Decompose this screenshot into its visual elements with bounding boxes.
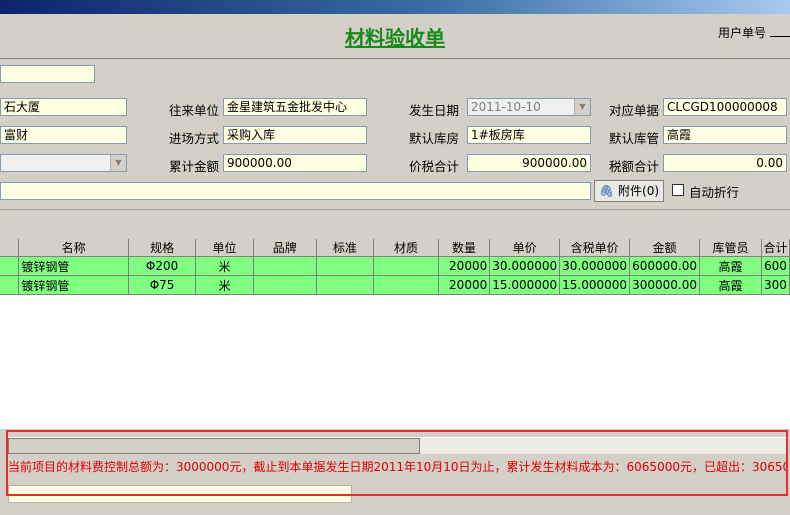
auto-wrap-checkbox[interactable] (672, 184, 684, 196)
divider (0, 209, 790, 210)
table-row[interactable]: 镀锌钢管 Φ200 米 20000 30.000000 30.000000 60… (0, 256, 790, 276)
chevron-down-icon[interactable]: ▼ (574, 99, 590, 115)
user-number-field[interactable] (770, 36, 790, 37)
cell-unit[interactable]: 米 (195, 275, 254, 295)
cell-standard[interactable] (316, 256, 375, 276)
keeper-label: 默认库管 (609, 131, 660, 146)
date-label: 发生日期 (409, 103, 460, 118)
tax-label: 税额合计 (609, 159, 660, 174)
grid-header-row: 名称 规格 单位 品牌 标准 材质 数量 单价 含税单价 金额 库管员 合计 (0, 239, 790, 257)
method-label: 进场方式 (169, 131, 220, 146)
cell-name[interactable]: 镀锌钢管 (18, 275, 129, 295)
ref-label: 对应单据 (609, 103, 660, 118)
table-row[interactable]: 镀锌钢管 Φ75 米 20000 15.000000 15.000000 300… (0, 275, 790, 295)
cell-amount[interactable]: 600000.00 (629, 256, 701, 276)
cell-brand[interactable] (253, 256, 317, 276)
attachment-button[interactable]: 🖇 附件(0) (594, 180, 664, 202)
cell-qty[interactable]: 20000 (438, 256, 491, 276)
date-picker[interactable]: 2011-10-10 ▼ (467, 98, 591, 116)
paperclip-icon: 🖇 (598, 184, 615, 198)
materials-grid[interactable]: 名称 规格 单位 品牌 标准 材质 数量 单价 含税单价 金额 库管员 合计 镀… (0, 239, 790, 429)
window-titlebar (0, 0, 790, 14)
cell-total[interactable]: 300 (761, 275, 790, 295)
cell-taxprice[interactable]: 15.000000 (559, 275, 631, 295)
auto-wrap-label: 自动折行 (689, 185, 740, 200)
warehouse-label: 默认库房 (409, 131, 460, 146)
taxincl-label: 价税合计 (409, 159, 460, 174)
cell-brand[interactable] (253, 275, 317, 295)
cell-total[interactable]: 600 (761, 256, 790, 276)
column-header[interactable]: 金额 (629, 239, 701, 257)
document-header: 材料验收单 用户单号 (0, 14, 790, 59)
cell-material[interactable] (373, 256, 439, 276)
cell-price[interactable]: 30.000000 (489, 256, 561, 276)
cell-spec[interactable]: Φ200 (128, 256, 197, 276)
cell-amount[interactable]: 300000.00 (629, 275, 701, 295)
cell-price[interactable]: 15.000000 (489, 275, 561, 295)
column-header[interactable]: 标准 (316, 239, 375, 257)
row-indicator[interactable] (0, 256, 20, 276)
row-indicator[interactable] (0, 275, 20, 295)
taxincl-field[interactable]: 900000.00 (467, 154, 591, 172)
warehouse-field[interactable]: 1#板房库 (467, 126, 591, 144)
method-field[interactable]: 采购入库 (223, 126, 367, 144)
page-title: 材料验收单 (345, 26, 445, 50)
keeper-field[interactable]: 高霞 (663, 126, 787, 144)
left-combo[interactable]: ▼ (0, 154, 127, 172)
remark-field[interactable] (0, 182, 591, 200)
user-number-label: 用户单号 (718, 26, 767, 40)
top-left-field[interactable] (0, 65, 95, 83)
row-indicator-header (0, 239, 20, 257)
party-label: 往来单位 (169, 103, 220, 118)
total-label: 累计金额 (169, 159, 220, 174)
cell-keeper[interactable]: 高霞 (699, 275, 763, 295)
ref-field[interactable]: CLCGD100000008 (663, 98, 787, 116)
cell-spec[interactable]: Φ75 (128, 275, 197, 295)
column-header[interactable]: 单位 (195, 239, 254, 257)
party-field[interactable]: 金星建筑五金批发中心 (223, 98, 367, 116)
attachment-label: 附件(0) (618, 184, 660, 198)
tax-field[interactable]: 0.00 (663, 154, 787, 172)
column-header[interactable]: 含税单价 (559, 239, 631, 257)
date-value: 2011-10-10 (471, 100, 541, 114)
cell-keeper[interactable]: 高霞 (699, 256, 763, 276)
handler-field[interactable]: 富财 (0, 126, 127, 144)
chevron-down-icon[interactable]: ▼ (110, 155, 126, 171)
column-header[interactable]: 单价 (489, 239, 561, 257)
materials-table: 名称 规格 单位 品牌 标准 材质 数量 单价 含税单价 金额 库管员 合计 镀… (0, 239, 790, 295)
project-field[interactable]: 石大厦 (0, 98, 127, 116)
cell-standard[interactable] (316, 275, 375, 295)
column-header[interactable]: 名称 (18, 239, 129, 257)
column-header[interactable]: 库管员 (699, 239, 763, 257)
column-header[interactable]: 材质 (373, 239, 439, 257)
cell-material[interactable] (373, 275, 439, 295)
column-header[interactable]: 品牌 (253, 239, 317, 257)
total-field[interactable]: 900000.00 (223, 154, 367, 172)
cell-name[interactable]: 镀锌钢管 (18, 256, 129, 276)
column-header[interactable]: 规格 (128, 239, 197, 257)
column-header[interactable]: 合计 (761, 239, 790, 257)
warning-highlight-frame (6, 430, 788, 496)
cell-unit[interactable]: 米 (195, 256, 254, 276)
cell-qty[interactable]: 20000 (438, 275, 491, 295)
column-header[interactable]: 数量 (438, 239, 491, 257)
cell-taxprice[interactable]: 30.000000 (559, 256, 631, 276)
